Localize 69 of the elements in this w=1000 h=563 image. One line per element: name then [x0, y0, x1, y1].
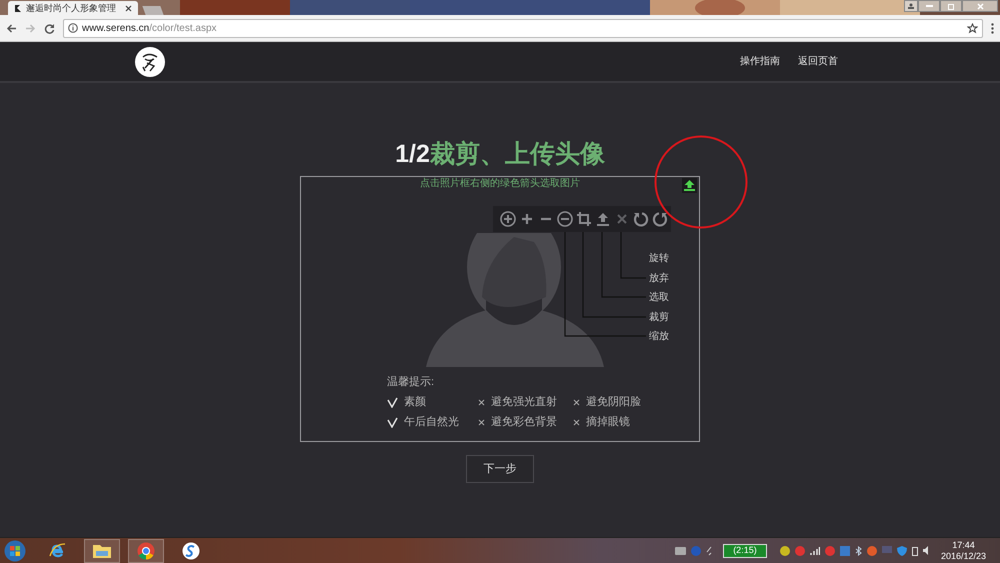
tray-app-icon[interactable] — [866, 546, 877, 556]
tray-app-icon[interactable] — [780, 546, 790, 556]
tip-text: 素颜 — [404, 396, 426, 409]
nav-link[interactable]: 返回页首 — [798, 54, 838, 69]
cross-icon — [478, 419, 485, 426]
upload-icon[interactable] — [595, 211, 611, 227]
battery-icon[interactable] — [912, 546, 918, 556]
info-icon — [68, 23, 78, 33]
folder-icon — [93, 543, 111, 558]
tip-text: 摘掉眼镜 — [586, 416, 630, 429]
chrome-icon — [137, 542, 155, 560]
cross-icon — [573, 419, 580, 426]
close-icon — [976, 2, 984, 10]
address-bar[interactable]: www.serens.cn/color/test.aspx — [63, 18, 983, 38]
folder-taskbar-button[interactable] — [84, 538, 120, 562]
zoom-in-icon[interactable] — [500, 211, 516, 227]
rotate-right-icon[interactable] — [652, 211, 668, 227]
rotate-left-icon[interactable] — [633, 211, 649, 227]
clock-date: 2016/12/23 — [940, 550, 986, 562]
upload-icon — [684, 180, 695, 191]
close-window-button[interactable] — [962, 0, 998, 12]
bluetooth-icon[interactable] — [854, 546, 862, 556]
crop-icon[interactable] — [576, 211, 592, 227]
cross-icon — [573, 399, 580, 406]
start-icon[interactable] — [4, 540, 26, 562]
favicon-icon — [14, 4, 22, 12]
tab-title: 邂逅时尚个人形象管理 — [26, 4, 117, 12]
page-title: 1/2裁剪、上传头像 — [395, 139, 605, 169]
back-icon[interactable] — [6, 22, 17, 34]
signal-icon[interactable] — [810, 546, 820, 554]
tool-label: 放弃 — [649, 273, 669, 285]
tool-label: 旋转 — [649, 253, 669, 265]
hint-text: 点击照片框右侧的绿色箭头选取图片 — [420, 178, 580, 190]
tip-text: 避免阴阳脸 — [586, 396, 641, 409]
logo-icon[interactable] — [135, 46, 165, 76]
s-logo-icon[interactable] — [182, 542, 200, 560]
cross-icon — [478, 399, 485, 406]
browser-tab[interactable]: 邂逅时尚个人形象管理 — [8, 1, 138, 15]
url-text: www.serens.cn/color/test.aspx — [82, 22, 217, 36]
tip-text: 午后自然光 — [404, 416, 459, 429]
chrome-taskbar-button[interactable] — [128, 538, 164, 562]
tool-label: 选取 — [649, 292, 669, 304]
keyboard-icon[interactable] — [674, 546, 686, 554]
menu-icon[interactable] — [991, 22, 994, 34]
plus-icon[interactable] — [519, 211, 535, 227]
next-button[interactable]: 下一步 — [466, 455, 534, 483]
nav-link[interactable]: 操作指南 — [740, 54, 780, 69]
user-button[interactable] — [904, 0, 918, 12]
tips-title: 温馨提示: — [387, 376, 436, 389]
tool-label: 裁剪 — [649, 312, 669, 324]
tool-label: 缩放 — [649, 331, 669, 343]
check-icon — [387, 417, 398, 428]
tip-text: 避免强光直射 — [491, 396, 557, 409]
minimize-icon — [926, 5, 932, 7]
check-icon — [387, 397, 398, 408]
person-icon — [908, 3, 914, 9]
star-icon[interactable] — [967, 22, 978, 34]
battery-time: (2:15) — [733, 546, 757, 555]
close-icon[interactable] — [125, 4, 132, 12]
minimize-button[interactable] — [918, 0, 940, 12]
upload-button[interactable] — [682, 178, 697, 193]
zoom-out-icon[interactable] — [557, 211, 573, 227]
shield-icon[interactable] — [896, 546, 907, 556]
clock-time: 17:44 — [952, 540, 975, 550]
maximize-button[interactable] — [940, 0, 962, 12]
restore-icon — [948, 2, 954, 10]
browser-e-icon[interactable] — [48, 542, 66, 560]
reload-icon[interactable] — [44, 22, 55, 34]
tip-text: 避免彩色背景 — [491, 416, 557, 429]
